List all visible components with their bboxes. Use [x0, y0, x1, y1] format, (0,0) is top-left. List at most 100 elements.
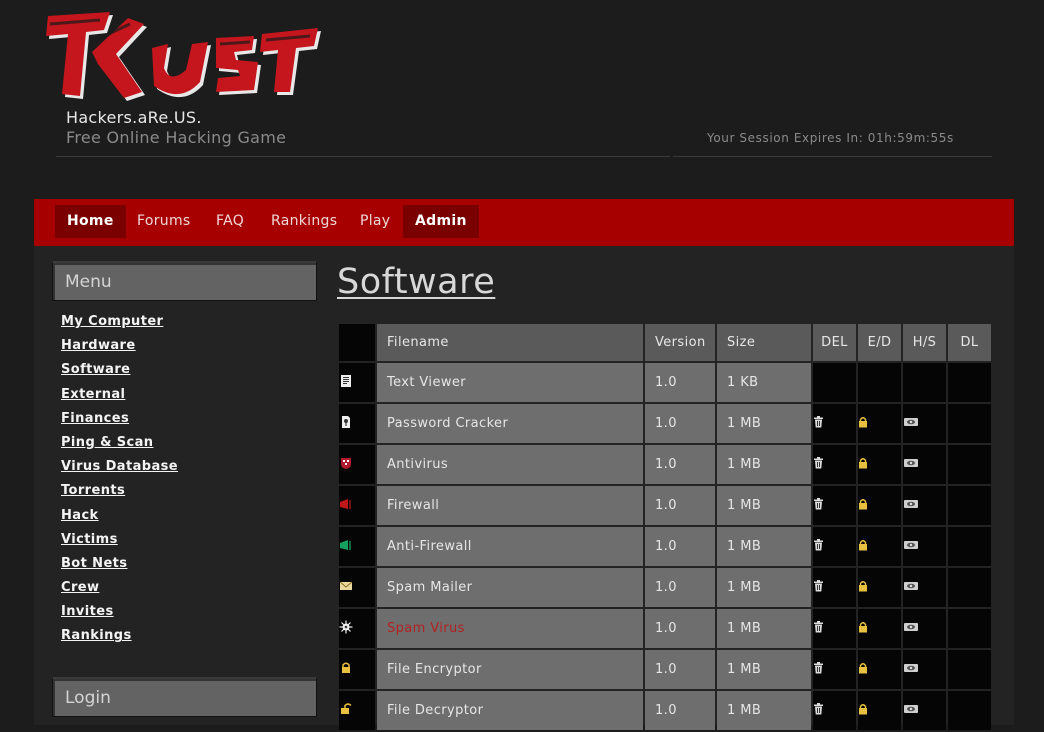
trash-icon[interactable] [813, 661, 824, 678]
antivirus-icon [339, 456, 353, 474]
nav-rankings[interactable]: Rankings [259, 205, 349, 238]
size-cell: 1 MB [717, 568, 811, 607]
hs-cell [903, 568, 946, 607]
ed-cell [858, 527, 901, 566]
size-cell: 1 MB [717, 527, 811, 566]
menu-link-my-computer[interactable]: My Computer [61, 314, 163, 329]
filename-cell[interactable]: Antivirus [377, 445, 643, 484]
nav-admin[interactable]: Admin [403, 205, 479, 238]
list-item: My Computer [61, 311, 178, 335]
filename-cell[interactable]: Password Cracker [377, 404, 643, 443]
filename-cell[interactable]: Spam Virus [377, 609, 643, 648]
size-cell: 1 KB [717, 363, 811, 402]
del-cell [813, 363, 856, 402]
nav-forums[interactable]: Forums [125, 205, 202, 238]
lock-icon[interactable] [858, 416, 868, 432]
filename-cell[interactable]: Anti-Firewall [377, 527, 643, 566]
krus-logo[interactable] [40, 8, 330, 104]
menu-link-invites[interactable]: Invites [61, 604, 114, 619]
filename-cell[interactable]: Firewall [377, 486, 643, 525]
dl-cell [948, 363, 991, 402]
trash-icon[interactable] [813, 456, 824, 473]
file-icon-cell [339, 445, 375, 484]
hs-cell [903, 650, 946, 689]
table-header-row: Filename Version Size DEL E/D H/S DL [339, 324, 991, 361]
site-name: Hackers.aRe.US. [66, 108, 202, 127]
menu-link-torrents[interactable]: Torrents [61, 483, 125, 498]
lock-icon[interactable] [858, 580, 868, 596]
list-item: Finances [61, 408, 178, 432]
size-cell: 1 MB [717, 650, 811, 689]
menu-link-hardware[interactable]: Hardware [61, 338, 136, 353]
menu-link-victims[interactable]: Victims [61, 532, 118, 547]
hide-icon[interactable] [903, 498, 919, 513]
menu-link-crew[interactable]: Crew [61, 580, 99, 595]
nav-play[interactable]: Play [348, 205, 402, 238]
hide-icon[interactable] [903, 416, 919, 431]
hide-icon[interactable] [903, 662, 919, 677]
trash-icon[interactable] [813, 415, 824, 432]
menu-link-software[interactable]: Software [61, 362, 130, 377]
filename-cell[interactable]: Spam Mailer [377, 568, 643, 607]
header-divider-left [56, 156, 670, 157]
lock-icon[interactable] [858, 457, 868, 473]
lock-icon[interactable] [858, 498, 868, 514]
trash-icon[interactable] [813, 579, 824, 596]
file-icon-cell [339, 691, 375, 730]
menu-link-hack[interactable]: Hack [61, 508, 99, 523]
version-cell: 1.0 [645, 691, 715, 730]
filename-cell[interactable]: File Decryptor [377, 691, 643, 730]
list-item: Invites [61, 601, 178, 625]
nav-faq[interactable]: FAQ [204, 205, 256, 238]
lock-icon[interactable] [858, 662, 868, 678]
anti-firewall-icon [339, 538, 353, 556]
table-row: Text Viewer 1.0 1 KB [339, 363, 991, 402]
list-item: External [61, 384, 178, 408]
version-cell: 1.0 [645, 404, 715, 443]
software-table: Filename Version Size DEL E/D H/S DL Tex… [337, 322, 993, 732]
menu-link-bot-nets[interactable]: Bot Nets [61, 556, 127, 571]
hs-cell [903, 609, 946, 648]
menu-link-finances[interactable]: Finances [61, 411, 129, 426]
trash-icon[interactable] [813, 620, 824, 637]
table-row: File Decryptor 1.0 1 MB [339, 691, 991, 730]
file-icon-cell [339, 568, 375, 607]
software-table-body: Text Viewer 1.0 1 KB Password Cracker 1.0 1 M… [339, 363, 991, 730]
trash-icon[interactable] [813, 538, 824, 555]
nav-home[interactable]: Home [55, 205, 126, 238]
ed-cell [858, 486, 901, 525]
del-cell [813, 527, 856, 566]
main-nav: Home Forums FAQ Rankings Play Admin [34, 199, 1014, 246]
table-row: File Encryptor 1.0 1 MB [339, 650, 991, 689]
list-item: Hack [61, 505, 178, 529]
hs-cell [903, 445, 946, 484]
list-item: Victims [61, 529, 178, 553]
hide-icon[interactable] [903, 621, 919, 636]
hide-icon[interactable] [903, 703, 919, 718]
menu-link-external[interactable]: External [61, 387, 125, 402]
del-cell [813, 691, 856, 730]
lock-icon[interactable] [858, 621, 868, 637]
menu-link-ping-scan[interactable]: Ping & Scan [61, 435, 153, 450]
version-cell: 1.0 [645, 609, 715, 648]
page-title: Software [337, 262, 496, 302]
list-item: Ping & Scan [61, 432, 178, 456]
hide-icon[interactable] [903, 539, 919, 554]
list-item: Bot Nets [61, 553, 178, 577]
page: Hackers.aRe.US. Free Online Hacking Game… [0, 0, 1044, 730]
lock-icon[interactable] [858, 539, 868, 555]
filename-cell[interactable]: Text Viewer [377, 363, 643, 402]
menu-link-virus-database[interactable]: Virus Database [61, 459, 178, 474]
filename-cell[interactable]: File Encryptor [377, 650, 643, 689]
trash-icon[interactable] [813, 497, 824, 514]
hide-icon[interactable] [903, 457, 919, 472]
dl-cell [948, 527, 991, 566]
table-row: Spam Virus 1.0 1 MB [339, 609, 991, 648]
file-icon-cell [339, 363, 375, 402]
text-viewer-icon [339, 374, 353, 392]
hide-icon[interactable] [903, 580, 919, 595]
lock-icon[interactable] [858, 703, 868, 719]
size-cell: 1 MB [717, 609, 811, 648]
menu-link-rankings[interactable]: Rankings [61, 628, 132, 643]
trash-icon[interactable] [813, 702, 824, 719]
